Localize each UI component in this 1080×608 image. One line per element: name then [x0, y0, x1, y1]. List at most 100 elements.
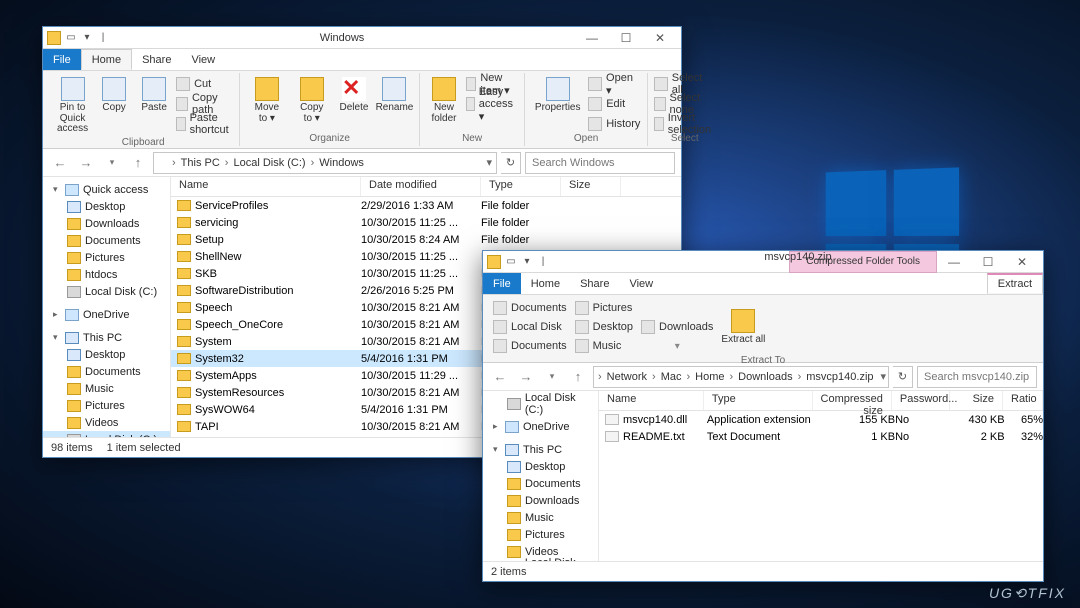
dest-desktop[interactable]: Desktop — [575, 318, 633, 336]
column-headers[interactable]: Name Type Compressed size Password... Si… — [599, 391, 1043, 411]
nav-pictures[interactable]: Pictures — [43, 249, 170, 266]
table-row[interactable]: servicing10/30/2015 11:25 ...File folder — [171, 214, 681, 231]
tab-share[interactable]: Share — [570, 273, 619, 294]
breadcrumb[interactable]: ›Network ›Mac ›Home ›Downloads ›msvcp140… — [593, 366, 889, 388]
col-name[interactable]: Name — [171, 177, 361, 196]
titlebar[interactable]: ▭ ▾ | Compressed Folder Tools msvcp140.z… — [483, 251, 1043, 273]
col-size[interactable]: Size — [950, 391, 1003, 410]
up-button[interactable]: ↑ — [567, 366, 589, 388]
tab-file[interactable]: File — [483, 273, 521, 294]
tab-share[interactable]: Share — [132, 49, 181, 70]
move-to-button[interactable]: Move to ▾ — [246, 75, 287, 126]
table-row[interactable]: ServiceProfiles2/29/2016 1:33 AMFile fol… — [171, 197, 681, 214]
recent-button[interactable]: ▾ — [101, 152, 123, 174]
nav-documents[interactable]: Documents — [483, 475, 598, 492]
properties-button[interactable]: Properties — [531, 75, 584, 116]
nav-onedrive[interactable]: ▸OneDrive — [43, 306, 170, 323]
col-size[interactable]: Size — [561, 177, 621, 196]
back-button[interactable]: ← — [49, 152, 71, 174]
dest-localdisk[interactable]: Local Disk — [493, 318, 567, 336]
col-password[interactable]: Password... — [892, 391, 950, 410]
paste-shortcut-button[interactable]: Paste shortcut — [176, 115, 233, 133]
history-button[interactable]: History — [588, 115, 641, 133]
tab-file[interactable]: File — [43, 49, 81, 70]
nav-htdocs[interactable]: htdocs — [43, 266, 170, 283]
tab-view[interactable]: View — [619, 273, 663, 294]
col-compressed-size[interactable]: Compressed size — [813, 391, 892, 410]
invert-selection-button[interactable]: Invert selection — [654, 115, 715, 133]
nav-this-pc[interactable]: ▾This PC — [483, 441, 598, 458]
open-button[interactable]: Open ▾ — [588, 75, 641, 93]
maximize-button[interactable]: ☐ — [971, 252, 1005, 272]
forward-button[interactable]: → — [75, 152, 97, 174]
search-input[interactable]: Search msvcp140.zip — [917, 366, 1037, 388]
nav-localdisk[interactable]: Local Disk (C:) — [43, 283, 170, 300]
nav-music[interactable]: Music — [43, 380, 170, 397]
tab-home[interactable]: Home — [521, 273, 570, 294]
tab-home[interactable]: Home — [81, 49, 132, 70]
col-type[interactable]: Type — [704, 391, 813, 410]
nav-this-pc[interactable]: ▾This PC — [43, 329, 170, 346]
minimize-button[interactable]: — — [575, 28, 609, 48]
table-row[interactable]: README.txtText Document1 KBNo2 KB32% — [599, 428, 1043, 445]
nav-onedrive[interactable]: ▸OneDrive — [483, 418, 598, 435]
nav-documents[interactable]: Documents — [43, 232, 170, 249]
pin-quick-access-button[interactable]: Pin to Quick access — [53, 75, 92, 137]
nav-downloads[interactable]: Downloads — [43, 215, 170, 232]
tab-extract[interactable]: Extract — [987, 273, 1043, 294]
col-date[interactable]: Date modified — [361, 177, 481, 196]
edit-button[interactable]: Edit — [588, 95, 641, 113]
col-ratio[interactable]: Ratio — [1003, 391, 1043, 410]
table-row[interactable]: msvcp140.dllApplication extension155 KBN… — [599, 411, 1043, 428]
nav-documents-2[interactable]: Documents — [43, 363, 170, 380]
forward-button[interactable]: → — [515, 366, 537, 388]
qat-properties-icon[interactable]: ▭ — [65, 32, 77, 44]
select-all-button[interactable]: Select all — [654, 75, 715, 93]
nav-pictures[interactable]: Pictures — [483, 526, 598, 543]
dest-documents-2[interactable]: Documents — [493, 337, 567, 355]
refresh-button[interactable]: ↻ — [501, 152, 521, 174]
nav-desktop[interactable]: Desktop — [43, 198, 170, 215]
nav-desktop[interactable]: Desktop — [483, 458, 598, 475]
breadcrumb[interactable]: ›This PC ›Local Disk (C:) ›Windows ▾ — [153, 152, 497, 174]
dest-music[interactable]: Music — [575, 337, 633, 355]
titlebar[interactable]: ▭ ▾ | Windows — ☐ ✕ — [43, 27, 681, 49]
copy-to-button[interactable]: Copy to ▾ — [292, 75, 332, 126]
nav-downloads[interactable]: Downloads — [483, 492, 598, 509]
search-input[interactable]: Search Windows — [525, 152, 675, 174]
nav-quick-access[interactable]: ▾Quick access — [43, 181, 170, 198]
new-folder-button[interactable]: New folder — [426, 75, 462, 126]
qat-properties-icon[interactable]: ▭ — [505, 256, 517, 268]
nav-localdisk[interactable]: Local Disk (C:) — [483, 395, 598, 412]
close-button[interactable]: ✕ — [1005, 252, 1039, 272]
minimize-button[interactable]: — — [937, 252, 971, 272]
table-row[interactable]: Setup10/30/2015 8:24 AMFile folder — [171, 231, 681, 248]
nav-desktop-2[interactable]: Desktop — [43, 346, 170, 363]
file-list[interactable]: msvcp140.dllApplication extension155 KBN… — [599, 411, 1043, 561]
refresh-button[interactable]: ↻ — [893, 366, 913, 388]
rename-button[interactable]: Rename — [376, 75, 413, 116]
tab-view[interactable]: View — [181, 49, 225, 70]
qat-newfolder-icon[interactable]: ▾ — [81, 32, 93, 44]
navigation-pane[interactable]: Local Disk (C:) ▸OneDrive ▾This PC Deskt… — [483, 391, 599, 561]
nav-music[interactable]: Music — [483, 509, 598, 526]
dest-pictures[interactable]: Pictures — [575, 299, 633, 317]
navigation-pane[interactable]: ▾Quick access Desktop Downloads Document… — [43, 177, 171, 437]
col-name[interactable]: Name — [599, 391, 704, 410]
nav-videos[interactable]: Videos — [43, 414, 170, 431]
dest-downloads[interactable]: Downloads — [641, 318, 713, 336]
up-button[interactable]: ↑ — [127, 152, 149, 174]
delete-button[interactable]: ✕Delete — [336, 75, 372, 116]
chevron-down-icon[interactable]: ▾ — [881, 370, 887, 383]
maximize-button[interactable]: ☐ — [609, 28, 643, 48]
copy-path-button[interactable]: Copy path — [176, 95, 233, 113]
paste-button[interactable]: Paste — [136, 75, 172, 116]
select-none-button[interactable]: Select none — [654, 95, 715, 113]
dest-documents[interactable]: Documents — [493, 299, 567, 317]
copy-button[interactable]: Copy — [96, 75, 132, 116]
nav-pictures-2[interactable]: Pictures — [43, 397, 170, 414]
column-headers[interactable]: Name Date modified Type Size — [171, 177, 681, 197]
qat-newfolder-icon[interactable]: ▾ — [521, 256, 533, 268]
recent-button[interactable]: ▾ — [541, 366, 563, 388]
col-type[interactable]: Type — [481, 177, 561, 196]
